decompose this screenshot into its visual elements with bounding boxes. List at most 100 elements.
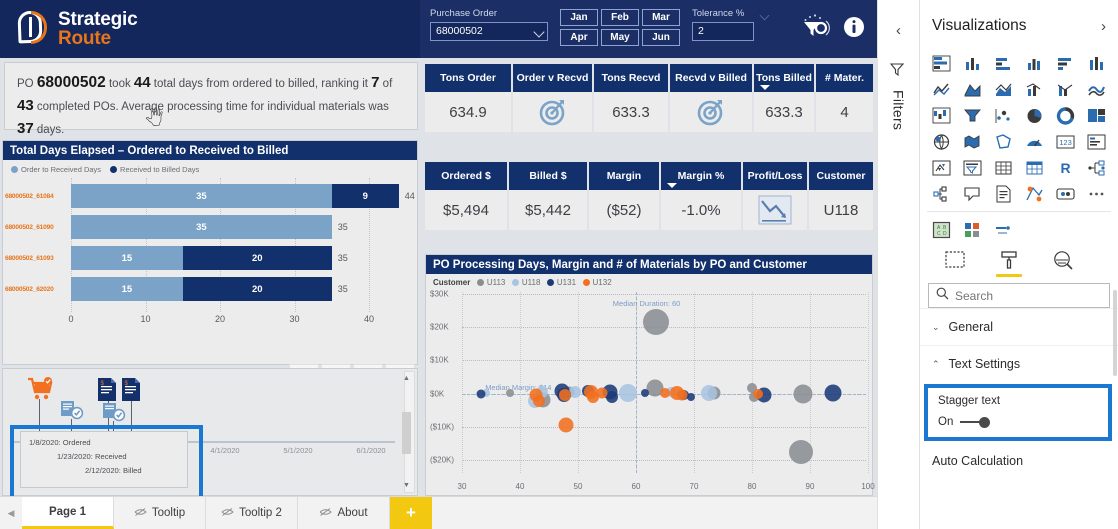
stagger-text-toggle[interactable]: [960, 416, 991, 428]
azure-map-icon[interactable]: [1020, 130, 1050, 153]
scatter-bubble[interactable]: [789, 439, 814, 464]
line-stacked-column-icon[interactable]: [1050, 78, 1080, 101]
scatter-bubble[interactable]: [824, 384, 842, 402]
column-chart-icon[interactable]: [1081, 52, 1111, 75]
donut-chart-icon[interactable]: [1050, 104, 1080, 127]
info-icon[interactable]: [843, 16, 865, 43]
bar-row[interactable]: 35: [71, 215, 332, 239]
more-visuals-icon[interactable]: [1081, 182, 1111, 205]
clustered-column-chart-icon[interactable]: [958, 52, 988, 75]
purchase-order-dropdown[interactable]: 68000502: [430, 22, 548, 41]
tab-tooltip[interactable]: Tooltip: [114, 497, 206, 529]
waterfall-chart-icon[interactable]: [927, 104, 957, 127]
scatter-bubble[interactable]: [640, 388, 649, 397]
section-general[interactable]: ⌄ General: [920, 308, 1118, 345]
tab-scroll-left-icon[interactable]: ◀: [0, 497, 22, 529]
scatter-bubble[interactable]: [476, 389, 486, 399]
scatter-bubble[interactable]: [700, 384, 717, 401]
stacked-column-chart-icon[interactable]: [1050, 52, 1080, 75]
scrollbar-thumb[interactable]: [402, 412, 411, 454]
section-text-settings[interactable]: ⌃ Text Settings: [920, 345, 1118, 382]
filters-pane-collapsed[interactable]: ‹ Filters: [877, 0, 919, 529]
kpi-icon[interactable]: [927, 156, 957, 179]
stacked-bar-chart-icon[interactable]: [927, 52, 957, 75]
scatter-bubble[interactable]: [558, 417, 574, 433]
tolerance-input[interactable]: 2: [692, 22, 754, 41]
stacked-bar-100-icon[interactable]: [989, 52, 1019, 75]
decomposition-tree-icon[interactable]: [1081, 156, 1111, 179]
smart-narrative-icon[interactable]: [958, 182, 988, 205]
scatter-bubble[interactable]: [559, 388, 572, 401]
month-button-may[interactable]: May: [601, 29, 639, 46]
filled-map-icon[interactable]: [958, 130, 988, 153]
bar-segment-received-to-billed[interactable]: 9: [331, 184, 399, 208]
line-clustered-column-icon[interactable]: [1020, 78, 1050, 101]
clustered-bar-chart-icon[interactable]: [1020, 52, 1050, 75]
kpi-header[interactable]: Recvd v Billed: [670, 64, 752, 92]
kpi-header[interactable]: Tons Order: [425, 64, 511, 92]
map-icon[interactable]: [927, 130, 957, 153]
bar-segment-ordered-to-received[interactable]: 15: [71, 246, 183, 270]
bar-segment-ordered-to-received[interactable]: 35: [71, 215, 332, 239]
table-icon[interactable]: [989, 156, 1019, 179]
ribbon-chart-icon[interactable]: [1081, 78, 1111, 101]
kpi-header[interactable]: Tons Billed: [754, 64, 814, 92]
collapse-filters-chevron-icon[interactable]: ‹: [896, 22, 901, 39]
month-button-feb[interactable]: Feb: [601, 9, 639, 26]
timeline-scrollbar[interactable]: ▲ ▼: [402, 371, 415, 493]
pie-chart-icon[interactable]: [1020, 104, 1050, 127]
bar-row[interactable]: 15 20: [71, 277, 332, 301]
bullet-chart-icon[interactable]: [989, 218, 1019, 241]
area-chart-icon[interactable]: [958, 78, 988, 101]
kpi-header[interactable]: Ordered $: [425, 162, 507, 190]
scatter-bubble[interactable]: [752, 389, 763, 400]
card-icon[interactable]: 123: [1050, 130, 1080, 153]
bar-segment-ordered-to-received[interactable]: 15: [71, 277, 183, 301]
kpi-header[interactable]: Order v Recvd: [513, 64, 592, 92]
bar-segment-received-to-billed[interactable]: 20: [182, 277, 332, 301]
scroll-down-icon[interactable]: ▼: [402, 481, 411, 490]
month-button-jun[interactable]: Jun: [642, 29, 680, 46]
search-input[interactable]: [955, 288, 1085, 303]
month-button-mar[interactable]: Mar: [642, 9, 680, 26]
search-box[interactable]: [928, 283, 1110, 308]
tab-page-1[interactable]: Page 1: [22, 497, 114, 529]
tab-about[interactable]: About: [298, 497, 390, 529]
custom-visual-icon[interactable]: [1020, 182, 1050, 205]
matrix-icon[interactable]: [1020, 156, 1050, 179]
multi-row-card-icon[interactable]: [1081, 130, 1111, 153]
paginated-report-icon[interactable]: [989, 182, 1019, 205]
stacked-area-chart-icon[interactable]: [989, 78, 1019, 101]
month-button-jan[interactable]: Jan: [560, 9, 598, 26]
scatter-bubble[interactable]: [643, 309, 670, 336]
month-button-apr[interactable]: Apr: [560, 29, 598, 46]
tab-tooltip-2[interactable]: Tooltip 2: [206, 497, 298, 529]
scatter-bubble[interactable]: [596, 387, 608, 399]
bar-row[interactable]: 15 20: [71, 246, 332, 270]
kpi-header[interactable]: Customer: [809, 162, 873, 190]
funnel-chart-icon[interactable]: [958, 104, 988, 127]
expand-pane-chevron-icon[interactable]: ›: [1101, 18, 1106, 35]
po-timeline-visual[interactable]: $ $ 2/1/20203/: [2, 368, 418, 496]
fields-icon[interactable]: [938, 250, 972, 277]
scatter-bubble[interactable]: [506, 389, 515, 398]
timeline-custom-visual-icon[interactable]: ABCD: [927, 218, 957, 241]
bar-segment-ordered-to-received[interactable]: 35: [71, 184, 332, 208]
line-chart-icon[interactable]: [927, 78, 957, 101]
kpi-header[interactable]: Tons Recvd: [594, 64, 668, 92]
kpi-header[interactable]: Profit/Loss: [743, 162, 807, 190]
slicer-icon[interactable]: [958, 156, 988, 179]
pane-scrollbar[interactable]: [1113, 290, 1117, 376]
add-page-button[interactable]: +: [390, 497, 432, 529]
format-paint-icon[interactable]: [992, 250, 1026, 277]
kpi-header[interactable]: # Mater.: [816, 64, 873, 92]
scatter-bubble[interactable]: [618, 383, 637, 402]
scatter-bubble[interactable]: [660, 388, 670, 399]
bar-row[interactable]: 35 9: [71, 184, 399, 208]
scroll-up-icon[interactable]: ▲: [402, 374, 411, 383]
key-influencers-icon[interactable]: [927, 182, 957, 205]
scatter-bubble[interactable]: [533, 394, 546, 407]
treemap-icon[interactable]: [1081, 104, 1111, 127]
analytics-icon[interactable]: [1046, 250, 1080, 277]
scatter-chart-icon[interactable]: [989, 104, 1019, 127]
